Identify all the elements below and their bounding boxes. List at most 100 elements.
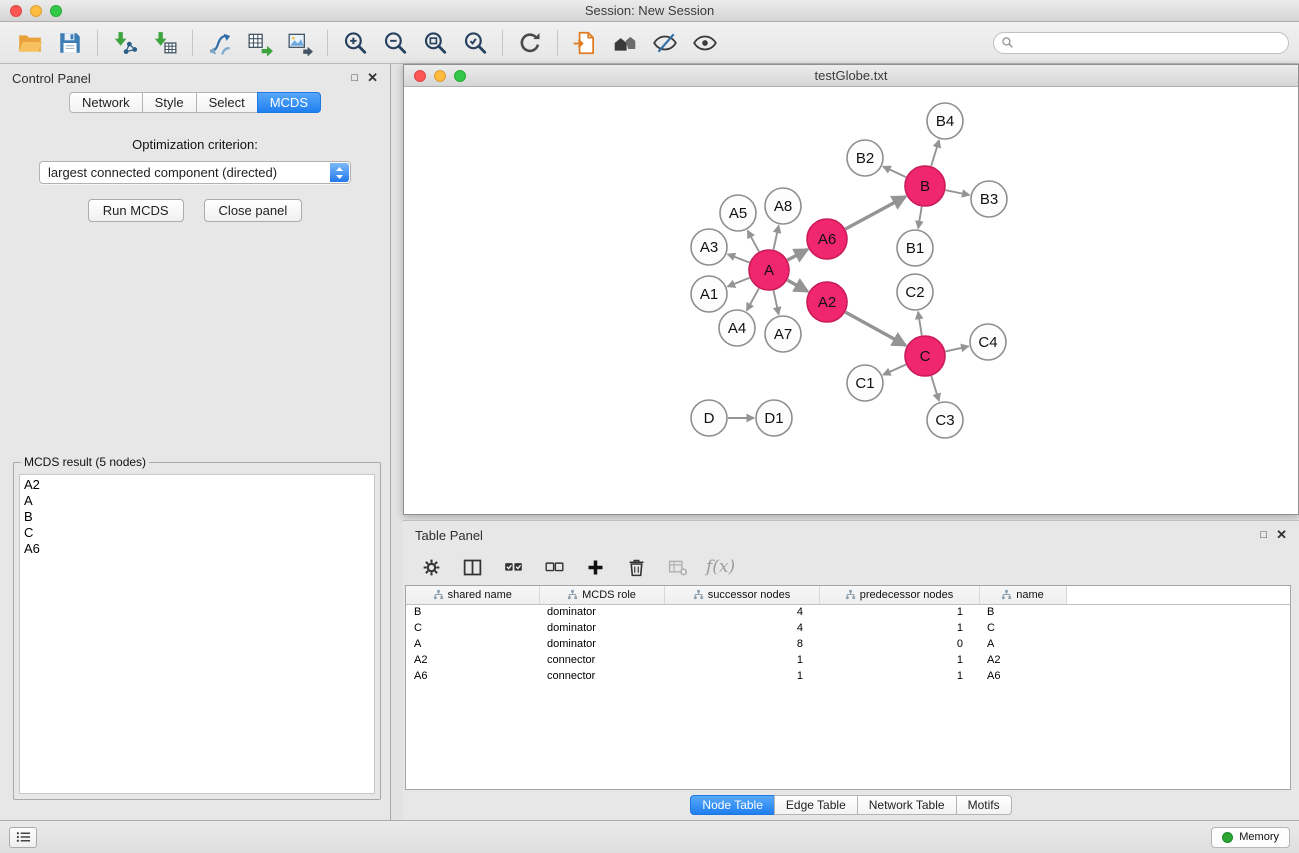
table-row[interactable]: A2connector11A2	[406, 652, 1290, 668]
network-close-button[interactable]	[414, 70, 426, 82]
zoom-fit-button[interactable]	[415, 26, 455, 60]
table-row[interactable]: Bdominator41B	[406, 604, 1290, 620]
graph-edge-A-A7[interactable]	[774, 291, 779, 315]
table-cell[interactable]: 1	[664, 668, 819, 684]
table-row[interactable]: Adominator80A	[406, 636, 1290, 652]
graph-node-D1[interactable]: D1	[756, 400, 792, 436]
graph-node-D[interactable]: D	[691, 400, 727, 436]
graph-node-B1[interactable]: B1	[897, 230, 933, 266]
table-cell[interactable]: C	[406, 620, 539, 636]
table-cell[interactable]: 8	[664, 636, 819, 652]
control-panel-tab-network[interactable]: Network	[69, 92, 143, 113]
graph-edge-C-C1[interactable]	[883, 365, 906, 375]
search-field[interactable]	[993, 32, 1289, 54]
select-all-button[interactable]	[501, 555, 525, 579]
show-columns-button[interactable]	[460, 555, 484, 579]
save-session-button[interactable]	[50, 26, 90, 60]
table-cell[interactable]: 1	[819, 620, 979, 636]
graph-edge-B-B1[interactable]	[918, 207, 922, 229]
table-cell[interactable]: connector	[539, 652, 664, 668]
table-cell[interactable]: 1	[664, 652, 819, 668]
graph-edge-C-C4[interactable]	[946, 346, 969, 351]
zoom-out-button[interactable]	[375, 26, 415, 60]
table-cell[interactable]: B	[979, 604, 1066, 620]
graph-node-C[interactable]: C	[905, 336, 945, 376]
graph-node-A6[interactable]: A6	[807, 219, 847, 259]
table-cell[interactable]: C	[979, 620, 1066, 636]
table-cell[interactable]: A6	[406, 668, 539, 684]
graph-edge-C-C2[interactable]	[918, 312, 922, 336]
network-zoom-button[interactable]	[454, 70, 466, 82]
graph-edge-B-B3[interactable]	[946, 190, 970, 195]
graph-edge-B-B4[interactable]	[931, 140, 939, 166]
control-panel-tab-mcds[interactable]: MCDS	[257, 92, 321, 113]
graph-edge-A-A5[interactable]	[748, 231, 759, 252]
table-cell[interactable]: dominator	[539, 636, 664, 652]
network-canvas[interactable]: B4B2BB3A8A5A6A3B1AC2A1A2A4A7C4CC1C3DD1	[404, 87, 1298, 514]
mcds-result-item[interactable]: B	[24, 509, 370, 525]
column-header-shared-name[interactable]: shared name	[406, 586, 539, 604]
close-window-button[interactable]	[10, 5, 22, 17]
run-mcds-button[interactable]: Run MCDS	[88, 199, 184, 222]
graph-node-A7[interactable]: A7	[765, 316, 801, 352]
graph-node-A8[interactable]: A8	[765, 188, 801, 224]
table-cell[interactable]: B	[406, 604, 539, 620]
table-cell[interactable]: A2	[979, 652, 1066, 668]
graph-edge-A-A6[interactable]	[788, 249, 808, 260]
column-header-successor-nodes[interactable]: successor nodes	[664, 586, 819, 604]
graph-node-A4[interactable]: A4	[719, 310, 755, 346]
graph-node-A[interactable]: A	[749, 250, 789, 290]
control-panel-tab-style[interactable]: Style	[142, 92, 197, 113]
table-cell[interactable]: dominator	[539, 620, 664, 636]
graph-edge-A-A2[interactable]	[787, 280, 807, 291]
mcds-result-item[interactable]: A2	[24, 477, 370, 493]
graph-edge-A-A1[interactable]	[728, 278, 750, 287]
graph-node-B2[interactable]: B2	[847, 140, 883, 176]
open-session-button[interactable]	[10, 26, 50, 60]
mcds-result-item[interactable]: A6	[24, 541, 370, 557]
graph-edge-A-A3[interactable]	[728, 254, 750, 262]
import-table-button[interactable]	[145, 26, 185, 60]
graph-node-B4[interactable]: B4	[927, 103, 963, 139]
zoom-selected-button[interactable]	[455, 26, 495, 60]
graph-node-A5[interactable]: A5	[720, 195, 756, 231]
delete-table-button[interactable]	[665, 555, 689, 579]
export-document-button[interactable]	[565, 26, 605, 60]
show-panels-button[interactable]	[9, 827, 37, 848]
graph-edge-A6-B[interactable]	[846, 197, 906, 230]
graph-edge-A-A4[interactable]	[747, 288, 759, 310]
table-tab-node-table[interactable]: Node Table	[690, 795, 775, 815]
float-panel-icon[interactable]: □	[351, 72, 358, 84]
column-header-predecessor-nodes[interactable]: predecessor nodes	[819, 586, 979, 604]
graph-edge-C-C3[interactable]	[931, 376, 939, 401]
home-button[interactable]	[605, 26, 645, 60]
table-options-button[interactable]	[419, 555, 443, 579]
column-header-name[interactable]: name	[979, 586, 1066, 604]
table-cell[interactable]: A	[979, 636, 1066, 652]
control-panel-tab-select[interactable]: Select	[196, 92, 258, 113]
minimize-window-button[interactable]	[30, 5, 42, 17]
show-graphics-details-button[interactable]	[645, 26, 685, 60]
graph-node-C1[interactable]: C1	[847, 365, 883, 401]
close-panel-button[interactable]: Close panel	[204, 199, 303, 222]
table-cell[interactable]: 4	[664, 604, 819, 620]
close-panel-icon[interactable]: ✕	[367, 70, 378, 86]
table-row[interactable]: Cdominator41C	[406, 620, 1290, 636]
first-neighbors-button[interactable]	[200, 26, 240, 60]
table-tab-network-table[interactable]: Network Table	[857, 795, 957, 815]
import-network-button[interactable]	[105, 26, 145, 60]
graph-edge-A2-C[interactable]	[845, 312, 905, 345]
graph-node-C2[interactable]: C2	[897, 274, 933, 310]
table-cell[interactable]: A2	[406, 652, 539, 668]
function-builder-button[interactable]: f(x)	[706, 557, 735, 577]
float-table-panel-icon[interactable]: □	[1260, 529, 1267, 541]
zoom-window-button[interactable]	[50, 5, 62, 17]
delete-column-button[interactable]	[624, 555, 648, 579]
graph-node-B3[interactable]: B3	[971, 181, 1007, 217]
graph-node-A1[interactable]: A1	[691, 276, 727, 312]
table-cell[interactable]: 1	[819, 604, 979, 620]
table-cell[interactable]: 4	[664, 620, 819, 636]
network-minimize-button[interactable]	[434, 70, 446, 82]
table-cell[interactable]: 1	[819, 668, 979, 684]
mcds-result-item[interactable]: C	[24, 525, 370, 541]
